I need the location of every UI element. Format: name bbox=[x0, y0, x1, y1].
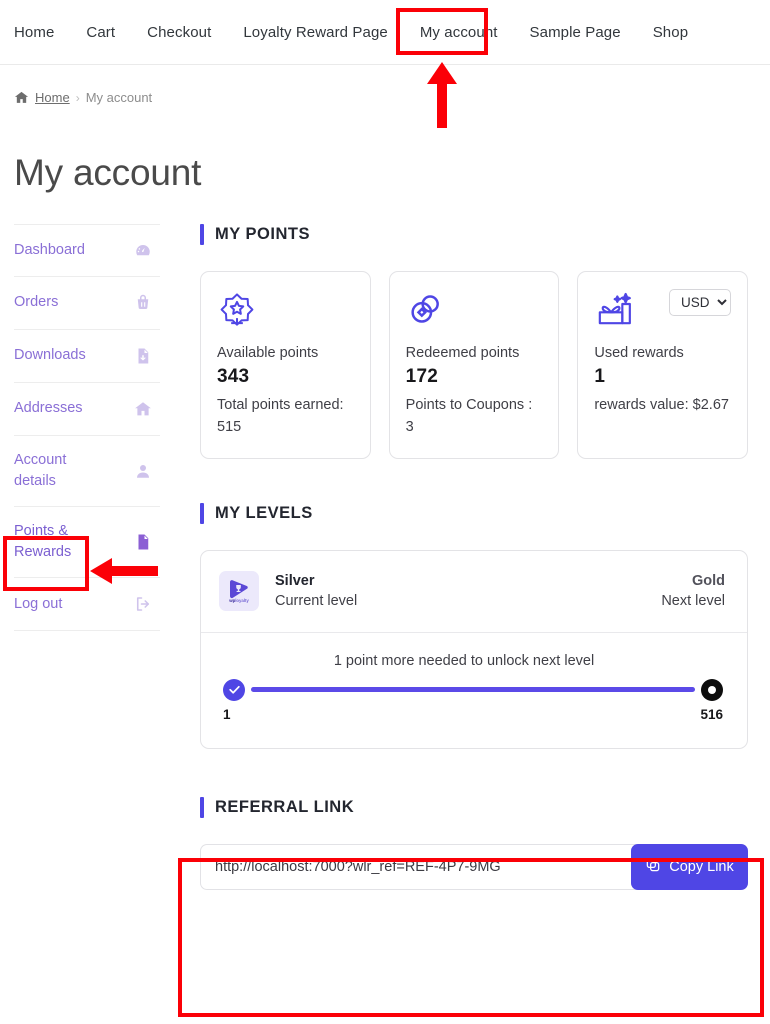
level-card-header: wployalty Silver Current level Gold Next… bbox=[201, 551, 747, 633]
referral-input-row: Copy Link bbox=[200, 843, 748, 890]
section-title: MY LEVELS bbox=[215, 503, 313, 522]
sidebar-item-label: Points & Rewards bbox=[14, 523, 72, 561]
my-points-section: MY POINTS Available points 343 Total poi… bbox=[200, 224, 749, 459]
nav-item-shop[interactable]: Shop bbox=[637, 16, 704, 49]
breadcrumb-current: My account bbox=[85, 90, 153, 105]
home-icon bbox=[14, 90, 29, 105]
accent-bar bbox=[200, 502, 204, 524]
nav-item-my-account[interactable]: My account bbox=[404, 16, 514, 49]
basket-icon bbox=[134, 294, 152, 312]
section-title: REFERRAL LINK bbox=[215, 797, 355, 816]
progress-bar bbox=[223, 678, 723, 701]
card-label: Redeemed points bbox=[405, 345, 520, 361]
nav-item-sample-page[interactable]: Sample Page bbox=[514, 16, 637, 49]
used-rewards-card: USD Used rewards 1 rewards value: $2.67 bbox=[577, 271, 749, 459]
sidebar-item-addresses[interactable]: Addresses bbox=[14, 383, 160, 436]
sidebar-item-label: Log out bbox=[14, 595, 63, 612]
available-points-card: Available points 343 Total points earned… bbox=[200, 271, 371, 459]
brand-wordmark: wployalty bbox=[229, 599, 249, 603]
my-levels-section: MY LEVELS wployalty Silver Current level… bbox=[200, 502, 748, 749]
redeemed-points-card: Redeemed points 172 Points to Coupons : … bbox=[388, 271, 560, 459]
accent-bar bbox=[200, 224, 204, 245]
download-file-icon bbox=[134, 347, 152, 365]
sidebar-item-account-details[interactable]: Account details bbox=[14, 436, 160, 508]
progress-labels: 1 516 bbox=[223, 707, 723, 722]
referral-heading: REFERRAL LINK bbox=[200, 796, 748, 818]
progress-track bbox=[251, 687, 695, 693]
sidebar-item-label: Downloads bbox=[14, 347, 86, 364]
dashboard-icon bbox=[134, 242, 152, 260]
gift-icon bbox=[594, 289, 634, 329]
referral-link-input[interactable] bbox=[200, 843, 636, 890]
logout-icon bbox=[134, 595, 152, 613]
card-subtext: rewards value: $2.67 bbox=[594, 397, 729, 413]
next-level-caption: Next level bbox=[661, 593, 725, 610]
current-level: Silver Current level bbox=[275, 573, 357, 609]
star-badge-icon bbox=[217, 289, 257, 329]
accent-bar bbox=[200, 796, 204, 818]
nav-item-checkout[interactable]: Checkout bbox=[131, 16, 227, 49]
sidebar-item-log-out[interactable]: Log out bbox=[14, 578, 160, 632]
sidebar-item-dashboard[interactable]: Dashboard bbox=[14, 224, 160, 277]
my-levels-heading: MY LEVELS bbox=[200, 502, 748, 524]
progress-message: 1 point more needed to unlock next level bbox=[333, 652, 595, 669]
copy-link-button[interactable]: Copy Link bbox=[631, 843, 748, 890]
brand-loyalty: loyalty bbox=[235, 598, 249, 604]
account-sidebar: Dashboard Orders Downloads Addresses Acc… bbox=[0, 224, 160, 890]
breadcrumb: Home › My account bbox=[0, 65, 770, 130]
card-subtext: Points to Coupons : 3 bbox=[405, 397, 533, 436]
sidebar-item-orders[interactable]: Orders bbox=[14, 277, 160, 330]
nav-item-loyalty-reward-page[interactable]: Loyalty Reward Page bbox=[227, 16, 403, 49]
sidebar-item-points-and-rewards[interactable]: Points & Rewards bbox=[14, 507, 160, 579]
referral-link-section: REFERRAL LINK Copy Link bbox=[200, 796, 748, 890]
main-panel: MY POINTS Available points 343 Total poi… bbox=[160, 224, 770, 890]
card-top bbox=[406, 289, 543, 329]
sidebar-item-label: Addresses bbox=[14, 400, 83, 417]
sidebar-item-label: Account details bbox=[14, 452, 67, 490]
card-top bbox=[217, 289, 354, 329]
card-value: 343 bbox=[217, 366, 250, 387]
nav-item-cart[interactable]: Cart bbox=[70, 16, 131, 49]
current-level-caption: Current level bbox=[275, 593, 358, 610]
sidebar-item-label: Orders bbox=[14, 294, 59, 311]
current-level-name: Silver bbox=[275, 573, 315, 590]
card-subtext: Total points earned: 515 bbox=[217, 397, 344, 436]
my-account-page: Home Cart Checkout Loyalty Reward Page M… bbox=[0, 0, 770, 1024]
sidebar-item-label: Dashboard bbox=[14, 241, 85, 258]
breadcrumb-separator: › bbox=[75, 90, 80, 105]
next-level-name: Gold bbox=[691, 573, 725, 590]
currency-select[interactable]: USD bbox=[669, 289, 732, 316]
level-names: Silver Current level Gold Next level bbox=[259, 573, 725, 609]
copy-icon bbox=[645, 857, 661, 877]
coins-icon bbox=[406, 289, 446, 329]
progress-start-label: 1 bbox=[223, 706, 231, 722]
next-level: Gold Next level bbox=[661, 573, 725, 609]
target-level-marker-icon bbox=[701, 678, 723, 701]
level-progress: 1 point more needed to unlock next level… bbox=[201, 633, 747, 748]
wployalty-logo-icon: wployalty bbox=[219, 571, 259, 612]
my-points-heading: MY POINTS bbox=[200, 224, 748, 245]
home-icon bbox=[134, 400, 152, 418]
check-circle-icon bbox=[223, 678, 245, 701]
primary-navigation: Home Cart Checkout Loyalty Reward Page M… bbox=[0, 0, 770, 65]
sidebar-item-downloads[interactable]: Downloads bbox=[14, 330, 160, 383]
trophy-shield-icon bbox=[228, 579, 250, 599]
page-title: My account bbox=[14, 152, 202, 193]
copy-link-label: Copy Link bbox=[669, 858, 734, 875]
card-label: Available points bbox=[217, 345, 319, 361]
progress-end-label: 516 bbox=[700, 706, 723, 722]
card-value: 1 bbox=[594, 366, 606, 387]
user-icon bbox=[134, 462, 152, 480]
section-title: MY POINTS bbox=[215, 225, 310, 243]
card-top: USD bbox=[594, 289, 732, 329]
level-card: wployalty Silver Current level Gold Next… bbox=[200, 549, 748, 749]
breadcrumb-link-home[interactable]: Home bbox=[35, 90, 70, 105]
card-value: 172 bbox=[405, 366, 438, 387]
points-cards: Available points 343 Total points earned… bbox=[200, 271, 749, 459]
document-icon bbox=[134, 533, 152, 551]
content-area: Dashboard Orders Downloads Addresses Acc… bbox=[0, 194, 770, 890]
nav-item-home[interactable]: Home bbox=[14, 16, 70, 49]
card-label: Used rewards bbox=[594, 345, 684, 361]
